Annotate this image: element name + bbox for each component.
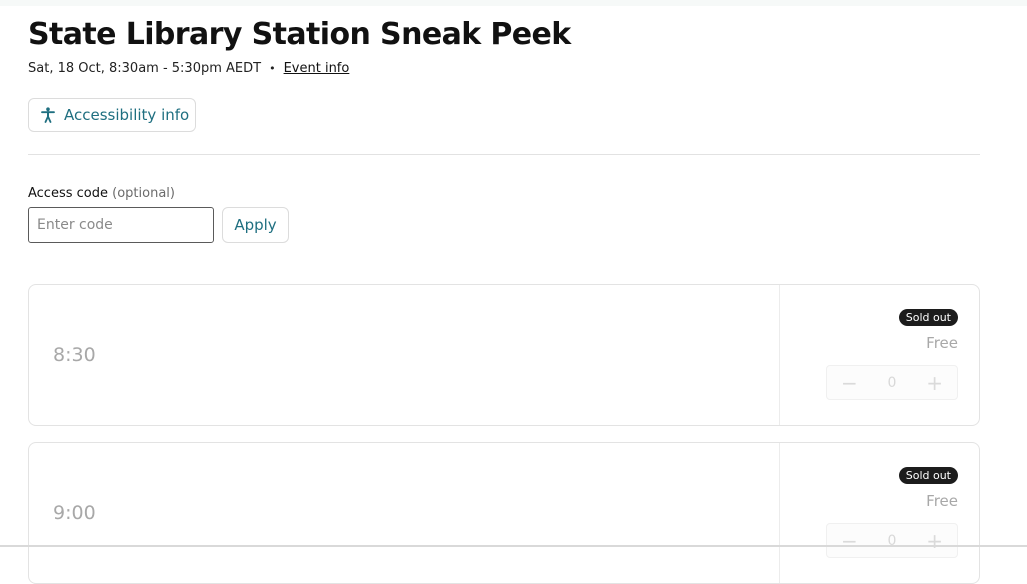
ticket-price: Free [926,334,958,352]
access-code-input[interactable] [28,207,214,243]
increase-quantity-button[interactable]: + [926,531,943,551]
decrease-quantity-button[interactable]: − [841,373,858,393]
ticket-purchase-panel: Sold out Free − 0 + [779,285,979,425]
ticket-price: Free [926,492,958,510]
sold-out-badge: Sold out [898,467,958,484]
event-info-link[interactable]: Event info [284,61,350,76]
ticket-card: 9:00 Sold out Free − 0 + [28,442,980,584]
accessibility-info-button[interactable]: Accessibility info [28,98,196,132]
page-title: State Library Station Sneak Peek [28,17,571,52]
ticket-purchase-panel: Sold out Free − 0 + [779,443,979,583]
access-code-label-text: Access code [28,186,108,201]
sold-out-badge: Sold out [898,309,958,326]
quantity-stepper: − 0 + [826,365,958,400]
access-code-label: Access code (optional) [28,186,175,201]
quantity-stepper: − 0 + [826,523,958,558]
ticket-time: 8:30 [53,344,96,366]
event-datetime: Sat, 18 Oct, 8:30am - 5:30pm AEDT [28,61,262,76]
apply-button[interactable]: Apply [222,207,289,243]
separator-dot: • [269,62,276,75]
person-accessibility-icon [41,107,55,123]
increase-quantity-button[interactable]: + [926,373,943,393]
accessibility-info-label: Accessibility info [64,106,190,124]
optional-label: (optional) [112,186,175,201]
event-page: State Library Station Sneak Peek Sat, 18… [28,0,980,584]
event-datetime-row: Sat, 18 Oct, 8:30am - 5:30pm AEDT • Even… [28,61,349,76]
ticket-card: 8:30 Sold out Free − 0 + [28,284,980,426]
ticket-time: 9:00 [53,502,96,524]
section-divider [28,154,980,155]
quantity-value: 0 [887,374,897,391]
decrease-quantity-button[interactable]: − [841,531,858,551]
